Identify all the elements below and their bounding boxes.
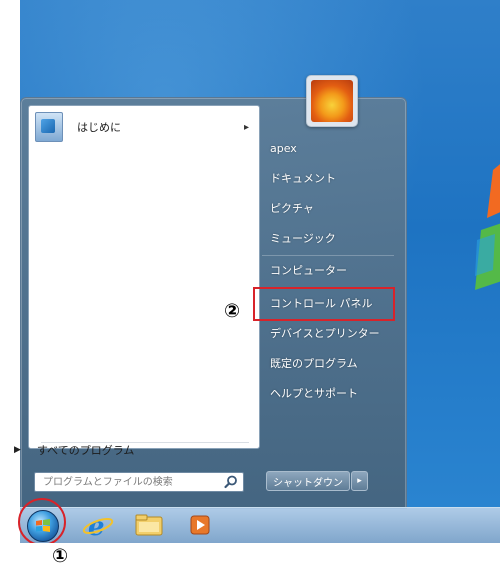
right-item-pictures[interactable]: ピクチャ xyxy=(270,197,314,219)
start-orb-highlight xyxy=(18,498,66,546)
getting-started-icon xyxy=(35,112,63,142)
right-item-apex[interactable]: apex xyxy=(270,137,297,159)
right-item-label: ピクチャ xyxy=(270,202,314,215)
program-getting-started[interactable]: はじめに ▸ xyxy=(33,110,253,144)
step-2-marker: ② xyxy=(224,300,241,322)
right-item-documents[interactable]: ドキュメント xyxy=(270,167,336,189)
right-item-label: ヘルプとサポート xyxy=(270,387,358,400)
right-item-computer[interactable]: コンピューター xyxy=(270,259,347,281)
programs-pane: はじめに ▸ xyxy=(28,105,260,449)
all-programs-arrow-icon: ▶ xyxy=(14,445,21,455)
page-margin-bottom xyxy=(0,543,500,571)
right-column-separator xyxy=(262,255,394,256)
user-avatar-flower-icon xyxy=(311,80,353,122)
shutdown-options-arrow-icon[interactable]: ▸ xyxy=(351,471,368,491)
right-item-default-programs[interactable]: 既定のプログラム xyxy=(270,352,358,374)
shutdown-button[interactable]: シャットダウン xyxy=(266,471,350,491)
all-programs-label: すべてのプログラム xyxy=(36,444,135,457)
windows-logo-graphic xyxy=(475,150,500,290)
program-label: はじめに xyxy=(77,121,121,134)
right-item-label: 既定のプログラム xyxy=(270,357,358,370)
right-item-music[interactable]: ミュージック xyxy=(270,227,336,249)
right-item-help-support[interactable]: ヘルプとサポート xyxy=(270,382,358,404)
svg-text:e: e xyxy=(88,512,105,541)
search-input[interactable] xyxy=(35,473,223,491)
internet-explorer-icon[interactable]: e xyxy=(78,509,118,542)
search-box[interactable] xyxy=(34,472,244,492)
explorer-folder-icon[interactable] xyxy=(130,509,170,541)
step-1-marker: ① xyxy=(52,545,69,567)
right-item-label: ドキュメント xyxy=(270,172,336,185)
page-margin-left xyxy=(0,0,20,571)
user-picture[interactable] xyxy=(306,75,358,127)
all-programs-button[interactable]: ▶ すべてのプログラム xyxy=(14,440,224,460)
right-item-devices-printers[interactable]: デバイスとプリンター xyxy=(270,322,380,344)
right-item-label: デバイスとプリンター xyxy=(270,327,380,340)
media-player-icon[interactable] xyxy=(183,509,223,541)
submenu-arrow-icon: ▸ xyxy=(243,121,249,133)
search-icon[interactable] xyxy=(223,474,239,490)
right-item-label: apex xyxy=(270,141,297,155)
right-item-label: ミュージック xyxy=(270,232,336,245)
right-item-label: コンピューター xyxy=(270,264,347,277)
control-panel-highlight xyxy=(253,287,395,321)
